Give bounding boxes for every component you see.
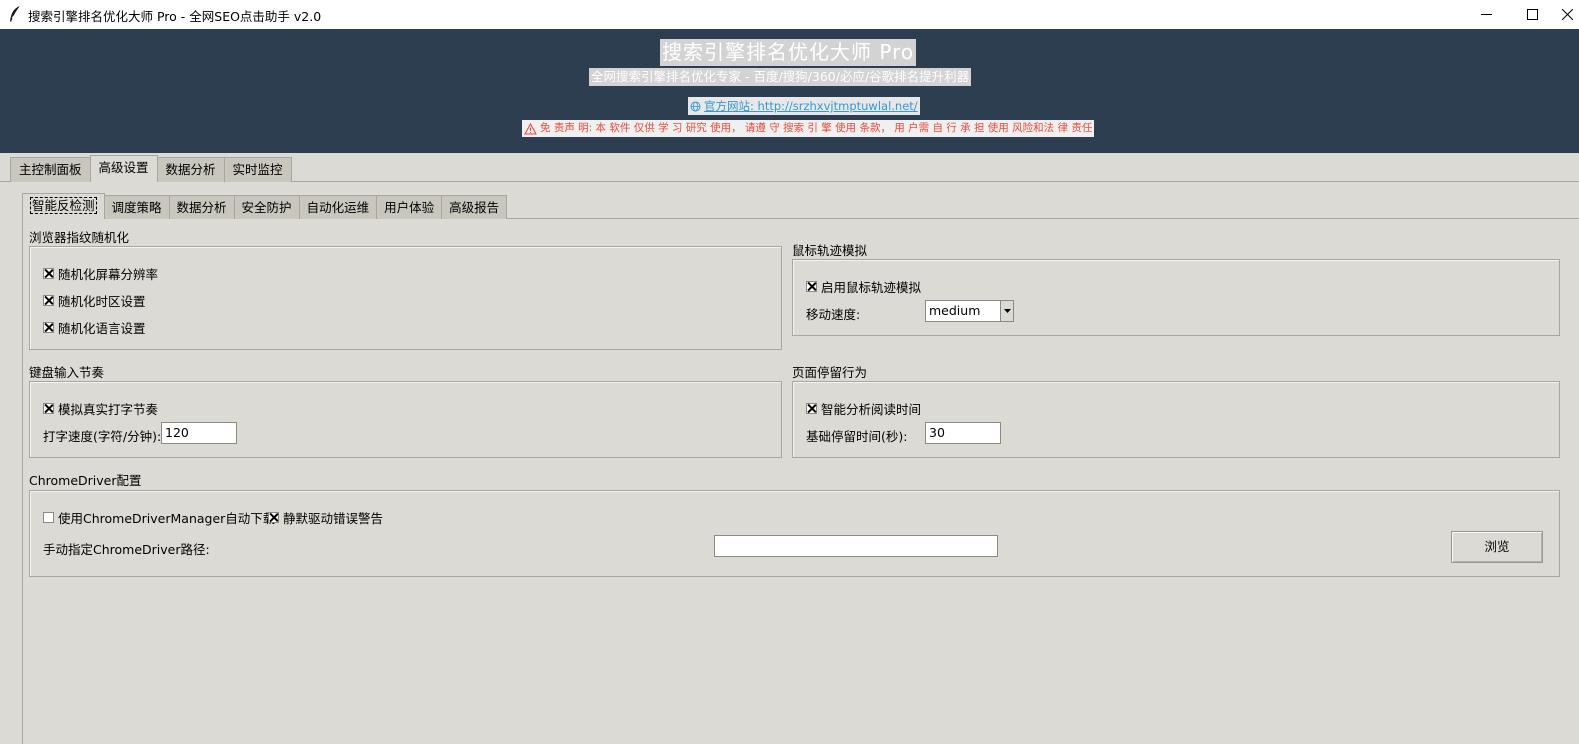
checkbox-checked-icon bbox=[43, 295, 54, 306]
simulate-typing-checkbox[interactable]: 模拟真实打字节奏 bbox=[43, 399, 158, 418]
subtab-data-analysis[interactable]: 数据分析 bbox=[168, 195, 235, 219]
subtab-anti-detection-label: 智能反检测 bbox=[30, 197, 97, 214]
close-icon bbox=[1561, 9, 1573, 20]
randomize-timezone-label: 随机化时区设置 bbox=[58, 294, 146, 309]
checkbox-checked-icon bbox=[806, 403, 817, 414]
fingerprint-group-label: 浏览器指纹随机化 bbox=[29, 230, 130, 245]
checkbox-unchecked-icon bbox=[43, 512, 54, 523]
warning-icon bbox=[524, 122, 537, 135]
website-text: 官方网站: http://srzhxvjtmptuwlal.net/ bbox=[704, 99, 918, 113]
randomize-language-checkbox[interactable]: 随机化语言设置 bbox=[43, 318, 146, 337]
randomize-timezone-checkbox[interactable]: 随机化时区设置 bbox=[43, 291, 146, 310]
randomize-resolution-checkbox[interactable]: 随机化屏幕分辨率 bbox=[43, 264, 158, 283]
enable-mouse-trail-label: 启用鼠标轨迹模拟 bbox=[821, 280, 922, 295]
window-title: 搜索引擎排名优化大师 Pro - 全网SEO点击助手 v2.0 bbox=[28, 9, 322, 24]
move-speed-value: medium bbox=[929, 303, 981, 318]
minimize-button[interactable] bbox=[1463, 0, 1509, 29]
maximize-icon bbox=[1526, 9, 1538, 20]
checkbox-checked-icon bbox=[43, 322, 54, 333]
use-driver-manager-checkbox[interactable]: 使用ChromeDriverManager自动下载 bbox=[43, 508, 275, 527]
dwell-group-label: 页面停留行为 bbox=[792, 365, 868, 380]
silence-driver-warning-label: 静默驱动错误警告 bbox=[283, 511, 384, 526]
title-bar: 搜索引擎排名优化大师 Pro - 全网SEO点击助手 v2.0 bbox=[0, 0, 1579, 29]
move-speed-label: 移动速度: bbox=[806, 307, 861, 322]
tab-data-analysis[interactable]: 数据分析 bbox=[156, 157, 225, 182]
keyboard-group bbox=[29, 381, 782, 458]
subtab-scheduling[interactable]: 调度策略 bbox=[103, 195, 170, 219]
checkbox-checked-icon bbox=[43, 403, 54, 414]
use-driver-manager-label: 使用ChromeDriverManager自动下载 bbox=[58, 511, 276, 526]
subtab-anti-detection[interactable]: 智能反检测 bbox=[22, 193, 105, 219]
silence-driver-warning-checkbox[interactable]: 静默驱动错误警告 bbox=[268, 508, 383, 527]
simulate-typing-label: 模拟真实打字节奏 bbox=[58, 402, 159, 417]
tab-realtime-monitor[interactable]: 实时监控 bbox=[223, 157, 292, 182]
checkbox-checked-icon bbox=[268, 512, 279, 523]
website-link[interactable]: 官方网站: http://srzhxvjtmptuwlal.net/ bbox=[688, 97, 920, 115]
mouse-group-label: 鼠标轨迹模拟 bbox=[792, 243, 868, 258]
disclaimer-text: 免 责声 明: 本 软件 仅供 学 习 研究 使用， 请遵 守 搜索 引 擎 使… bbox=[540, 122, 1093, 134]
subtab-security[interactable]: 安全防护 bbox=[233, 195, 300, 219]
base-dwell-input[interactable]: 30 bbox=[925, 422, 1001, 444]
tab-advanced-settings[interactable]: 高级设置 bbox=[89, 155, 158, 182]
dwell-group bbox=[792, 381, 1560, 458]
checkbox-checked-icon bbox=[806, 281, 817, 292]
checkbox-checked-icon bbox=[43, 268, 54, 279]
sub-tab-bar: 智能反检测 调度策略 数据分析 安全防护 自动化运维 用户体验 高级报告 bbox=[22, 193, 508, 219]
app-subtitle: 全网搜索引擎排名优化专家 - 百度/搜狗/360/必应/谷歌排名提升利器 bbox=[589, 68, 972, 86]
app-header: 搜索引擎排名优化大师 Pro 全网搜索引擎排名优化专家 - 百度/搜狗/360/… bbox=[0, 29, 1579, 153]
smart-reading-time-checkbox[interactable]: 智能分析阅读时间 bbox=[806, 399, 921, 418]
maximize-button[interactable] bbox=[1509, 0, 1555, 29]
browse-button[interactable]: 浏览 bbox=[1451, 531, 1543, 563]
move-speed-select[interactable]: medium bbox=[925, 300, 1014, 322]
app-title: 搜索引擎排名优化大师 Pro bbox=[660, 39, 917, 66]
subtab-automation[interactable]: 自动化运维 bbox=[298, 195, 378, 219]
chromedriver-path-label: 手动指定ChromeDriver路径: bbox=[43, 542, 210, 557]
subtab-advanced-report[interactable]: 高级报告 bbox=[441, 195, 508, 219]
main-tab-bar: 主控制面板 高级设置 数据分析 实时监控 bbox=[10, 155, 292, 182]
enable-mouse-trail-checkbox[interactable]: 启用鼠标轨迹模拟 bbox=[806, 277, 921, 296]
tab-main-control[interactable]: 主控制面板 bbox=[10, 157, 91, 182]
globe-icon bbox=[690, 101, 701, 111]
keyboard-group-label: 键盘输入节奏 bbox=[29, 365, 105, 380]
chromedriver-group bbox=[29, 490, 1560, 577]
mouse-group bbox=[792, 259, 1560, 336]
typing-speed-label: 打字速度(字符/分钟): bbox=[43, 429, 162, 444]
minimize-icon bbox=[1480, 14, 1492, 15]
chevron-down-icon[interactable] bbox=[1000, 301, 1013, 321]
randomize-language-label: 随机化语言设置 bbox=[58, 321, 146, 336]
subtab-user-experience[interactable]: 用户体验 bbox=[376, 195, 443, 219]
chromedriver-group-label: ChromeDriver配置 bbox=[29, 473, 142, 488]
feather-icon bbox=[10, 5, 21, 22]
chromedriver-path-input[interactable] bbox=[714, 535, 998, 557]
randomize-resolution-label: 随机化屏幕分辨率 bbox=[58, 267, 159, 282]
main-area: 主控制面板 高级设置 数据分析 实时监控 智能反检测 调度策略 数据分析 安全防… bbox=[0, 153, 1579, 744]
smart-reading-time-label: 智能分析阅读时间 bbox=[821, 402, 922, 417]
typing-speed-input[interactable]: 120 bbox=[161, 422, 237, 444]
disclaimer: 免 责声 明: 本 软件 仅供 学 习 研究 使用， 请遵 守 搜索 引 擎 使… bbox=[522, 120, 1095, 137]
close-button[interactable] bbox=[1555, 0, 1579, 29]
base-dwell-label: 基础停留时间(秒): bbox=[806, 429, 908, 444]
